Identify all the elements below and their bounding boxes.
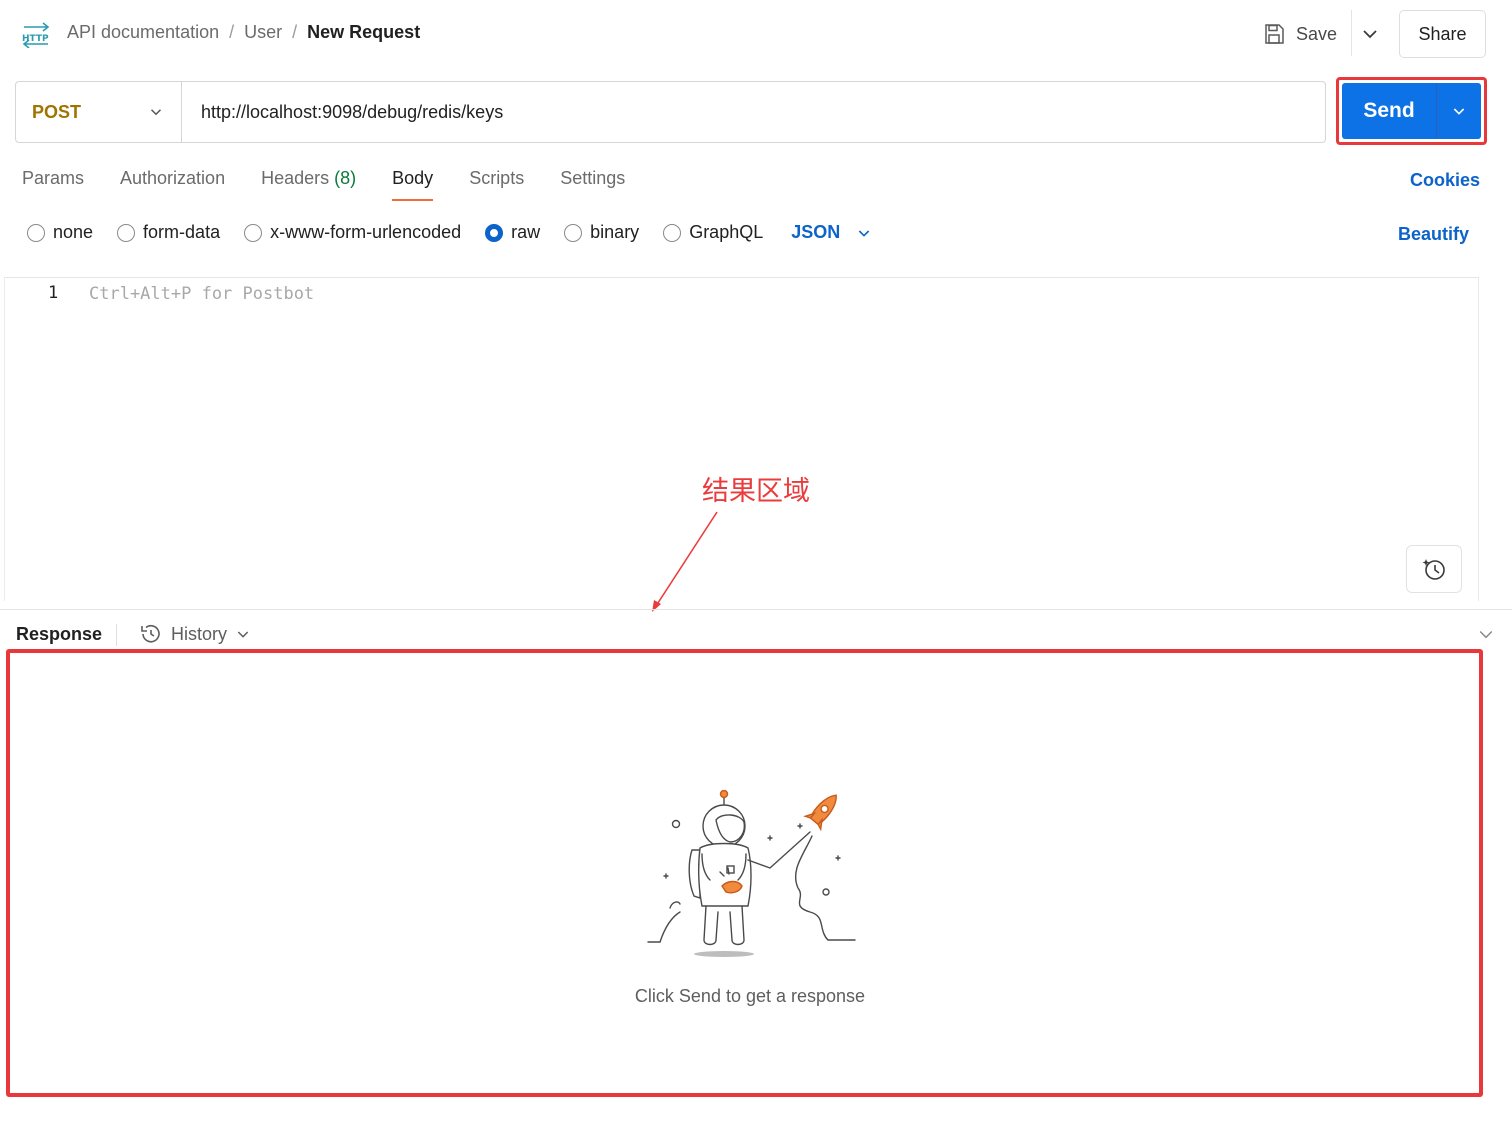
cookies-link[interactable]: Cookies <box>1410 170 1480 191</box>
chevron-down-icon <box>859 229 870 237</box>
radio-button[interactable] <box>564 223 583 242</box>
history-label: History <box>171 623 228 644</box>
postbot-icon <box>1422 559 1445 580</box>
send-highlight-box: Send <box>1336 77 1487 145</box>
tab-label: Scripts <box>469 168 525 188</box>
tab-authorization[interactable]: Authorization <box>120 168 225 201</box>
pane-divider[interactable] <box>0 609 1512 610</box>
radio-none[interactable]: none <box>27 222 93 243</box>
tab-params[interactable]: Params <box>22 168 84 201</box>
line-number: 1 <box>48 283 59 303</box>
editor-placeholder: Ctrl+Alt+P for Postbot <box>89 284 315 304</box>
headers-count-badge: (8) <box>334 168 357 188</box>
breadcrumb-item-api-documentation[interactable]: API documentation <box>67 22 219 43</box>
method-label: POST <box>32 101 82 122</box>
response-title: Response <box>16 624 103 644</box>
request-tabs: Params Authorization Headers (8) Body Sc… <box>22 168 661 201</box>
annotation-label: 结果区域 <box>702 476 810 507</box>
postbot-button[interactable] <box>1406 545 1462 593</box>
radio-button-checked[interactable] <box>485 223 504 242</box>
request-bar: POST <box>15 81 1326 143</box>
url-input[interactable] <box>182 82 1325 142</box>
radio-label: none <box>53 222 94 242</box>
breadcrumb-separator: / <box>229 22 235 42</box>
astronaut-rocket-illustration <box>647 790 856 957</box>
send-button[interactable]: Send <box>1342 83 1436 139</box>
save-divider <box>1351 10 1352 56</box>
format-label: JSON <box>791 222 841 242</box>
save-button[interactable]: Save <box>1262 16 1337 52</box>
body-type-selector: none form-data x-www-form-urlencoded raw… <box>27 222 872 243</box>
send-button-group: Send <box>1342 83 1481 139</box>
tab-scripts[interactable]: Scripts <box>469 168 524 201</box>
empty-response-message: Click Send to get a response <box>634 986 866 1006</box>
editor-scrollbar[interactable] <box>1478 277 1498 601</box>
radio-x-www-form-urlencoded[interactable]: x-www-form-urlencoded <box>244 222 461 243</box>
radio-label: binary <box>590 222 640 242</box>
send-options-button[interactable] <box>1437 83 1481 139</box>
tab-label: Authorization <box>120 168 226 188</box>
method-select[interactable]: POST <box>16 82 182 142</box>
save-icon <box>1265 24 1284 44</box>
request-title[interactable]: New Request <box>307 22 420 43</box>
breadcrumb-item-user[interactable]: User <box>244 22 282 43</box>
tab-label: Settings <box>560 168 626 188</box>
tab-headers[interactable]: Headers (8) <box>261 168 356 201</box>
radio-button[interactable] <box>663 223 682 242</box>
save-label: Save <box>1296 23 1338 44</box>
radio-button[interactable] <box>27 223 45 242</box>
body-editor[interactable] <box>4 277 1478 601</box>
chevron-down-icon <box>237 631 249 638</box>
http-request-icon: HTTP <box>22 22 50 48</box>
radio-label: raw <box>511 222 541 242</box>
history-icon <box>141 624 160 643</box>
history-dropdown[interactable]: History <box>139 622 251 646</box>
radio-button[interactable] <box>117 223 136 242</box>
format-select[interactable]: JSON <box>791 222 872 243</box>
radio-raw[interactable]: raw <box>485 222 540 243</box>
breadcrumb: API documentation / User / New Request <box>67 22 420 43</box>
radio-binary[interactable]: binary <box>564 222 639 243</box>
collapse-response-icon[interactable] <box>1476 624 1496 644</box>
tab-settings[interactable]: Settings <box>560 168 625 201</box>
share-button[interactable]: Share <box>1399 10 1486 58</box>
beautify-button[interactable]: Beautify <box>1398 224 1469 245</box>
chevron-down-icon <box>1453 108 1465 115</box>
breadcrumb-separator: / <box>292 22 298 42</box>
chevron-down-icon[interactable] <box>1358 22 1382 46</box>
tab-label: Headers <box>261 168 330 188</box>
tab-label: Body <box>392 168 434 188</box>
header: HTTP API documentation / User / New Requ… <box>0 0 1512 70</box>
radio-graphql[interactable]: GraphQL <box>663 222 763 243</box>
annotation-arrow-icon <box>652 511 718 612</box>
tab-body[interactable]: Body <box>392 168 434 201</box>
radio-label: GraphQL <box>689 222 764 242</box>
radio-button[interactable] <box>244 223 263 242</box>
response-separator <box>116 624 117 646</box>
radio-form-data[interactable]: form-data <box>117 222 220 243</box>
tab-label: Params <box>22 168 85 188</box>
radio-label: x-www-form-urlencoded <box>270 222 462 242</box>
radio-label: form-data <box>143 222 221 242</box>
chevron-down-icon <box>150 109 162 116</box>
